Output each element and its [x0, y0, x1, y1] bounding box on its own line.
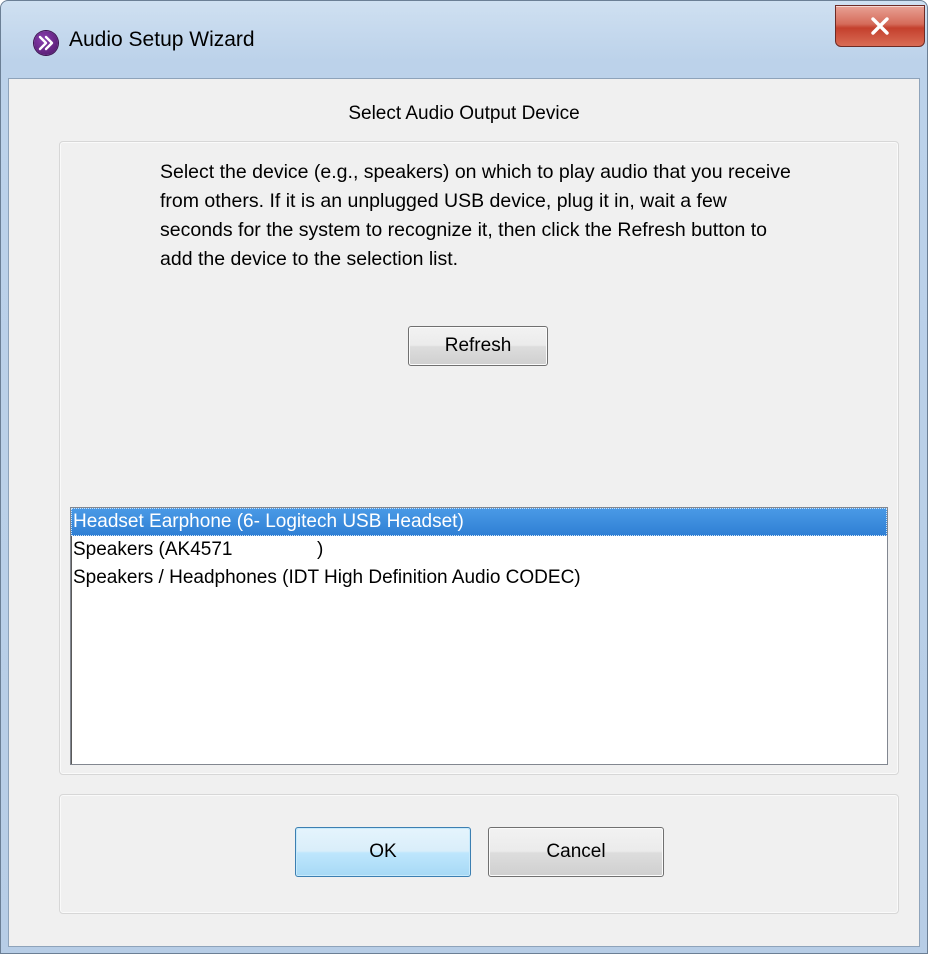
- device-list-item[interactable]: Speakers / Headphones (IDT High Definiti…: [71, 564, 887, 592]
- device-list-item[interactable]: Speakers (AK4571 ): [71, 536, 887, 564]
- button-panel: OK Cancel: [59, 794, 899, 914]
- refresh-button[interactable]: Refresh: [408, 326, 548, 366]
- dialog-body: Select Audio Output Device Select the de…: [8, 78, 920, 947]
- window-title: Audio Setup Wizard: [69, 28, 255, 51]
- close-icon: [871, 17, 889, 35]
- cancel-button[interactable]: Cancel: [488, 827, 664, 877]
- close-button[interactable]: [835, 5, 925, 47]
- instructions-text: Select the device (e.g., speakers) on wh…: [160, 161, 791, 270]
- audio-setup-wizard-window: Audio Setup Wizard Select Audio Output D…: [0, 0, 928, 954]
- app-chevron-icon[interactable]: [34, 31, 58, 55]
- title-bar[interactable]: Audio Setup Wizard: [1, 1, 927, 77]
- device-list-item[interactable]: Headset Earphone (6- Logitech USB Headse…: [71, 508, 887, 536]
- ok-button[interactable]: OK: [295, 827, 471, 877]
- device-listbox[interactable]: Headset Earphone (6- Logitech USB Headse…: [70, 507, 888, 765]
- dialog-heading: Select Audio Output Device: [348, 103, 580, 124]
- device-selection-panel: Select the device (e.g., speakers) on wh…: [59, 141, 899, 775]
